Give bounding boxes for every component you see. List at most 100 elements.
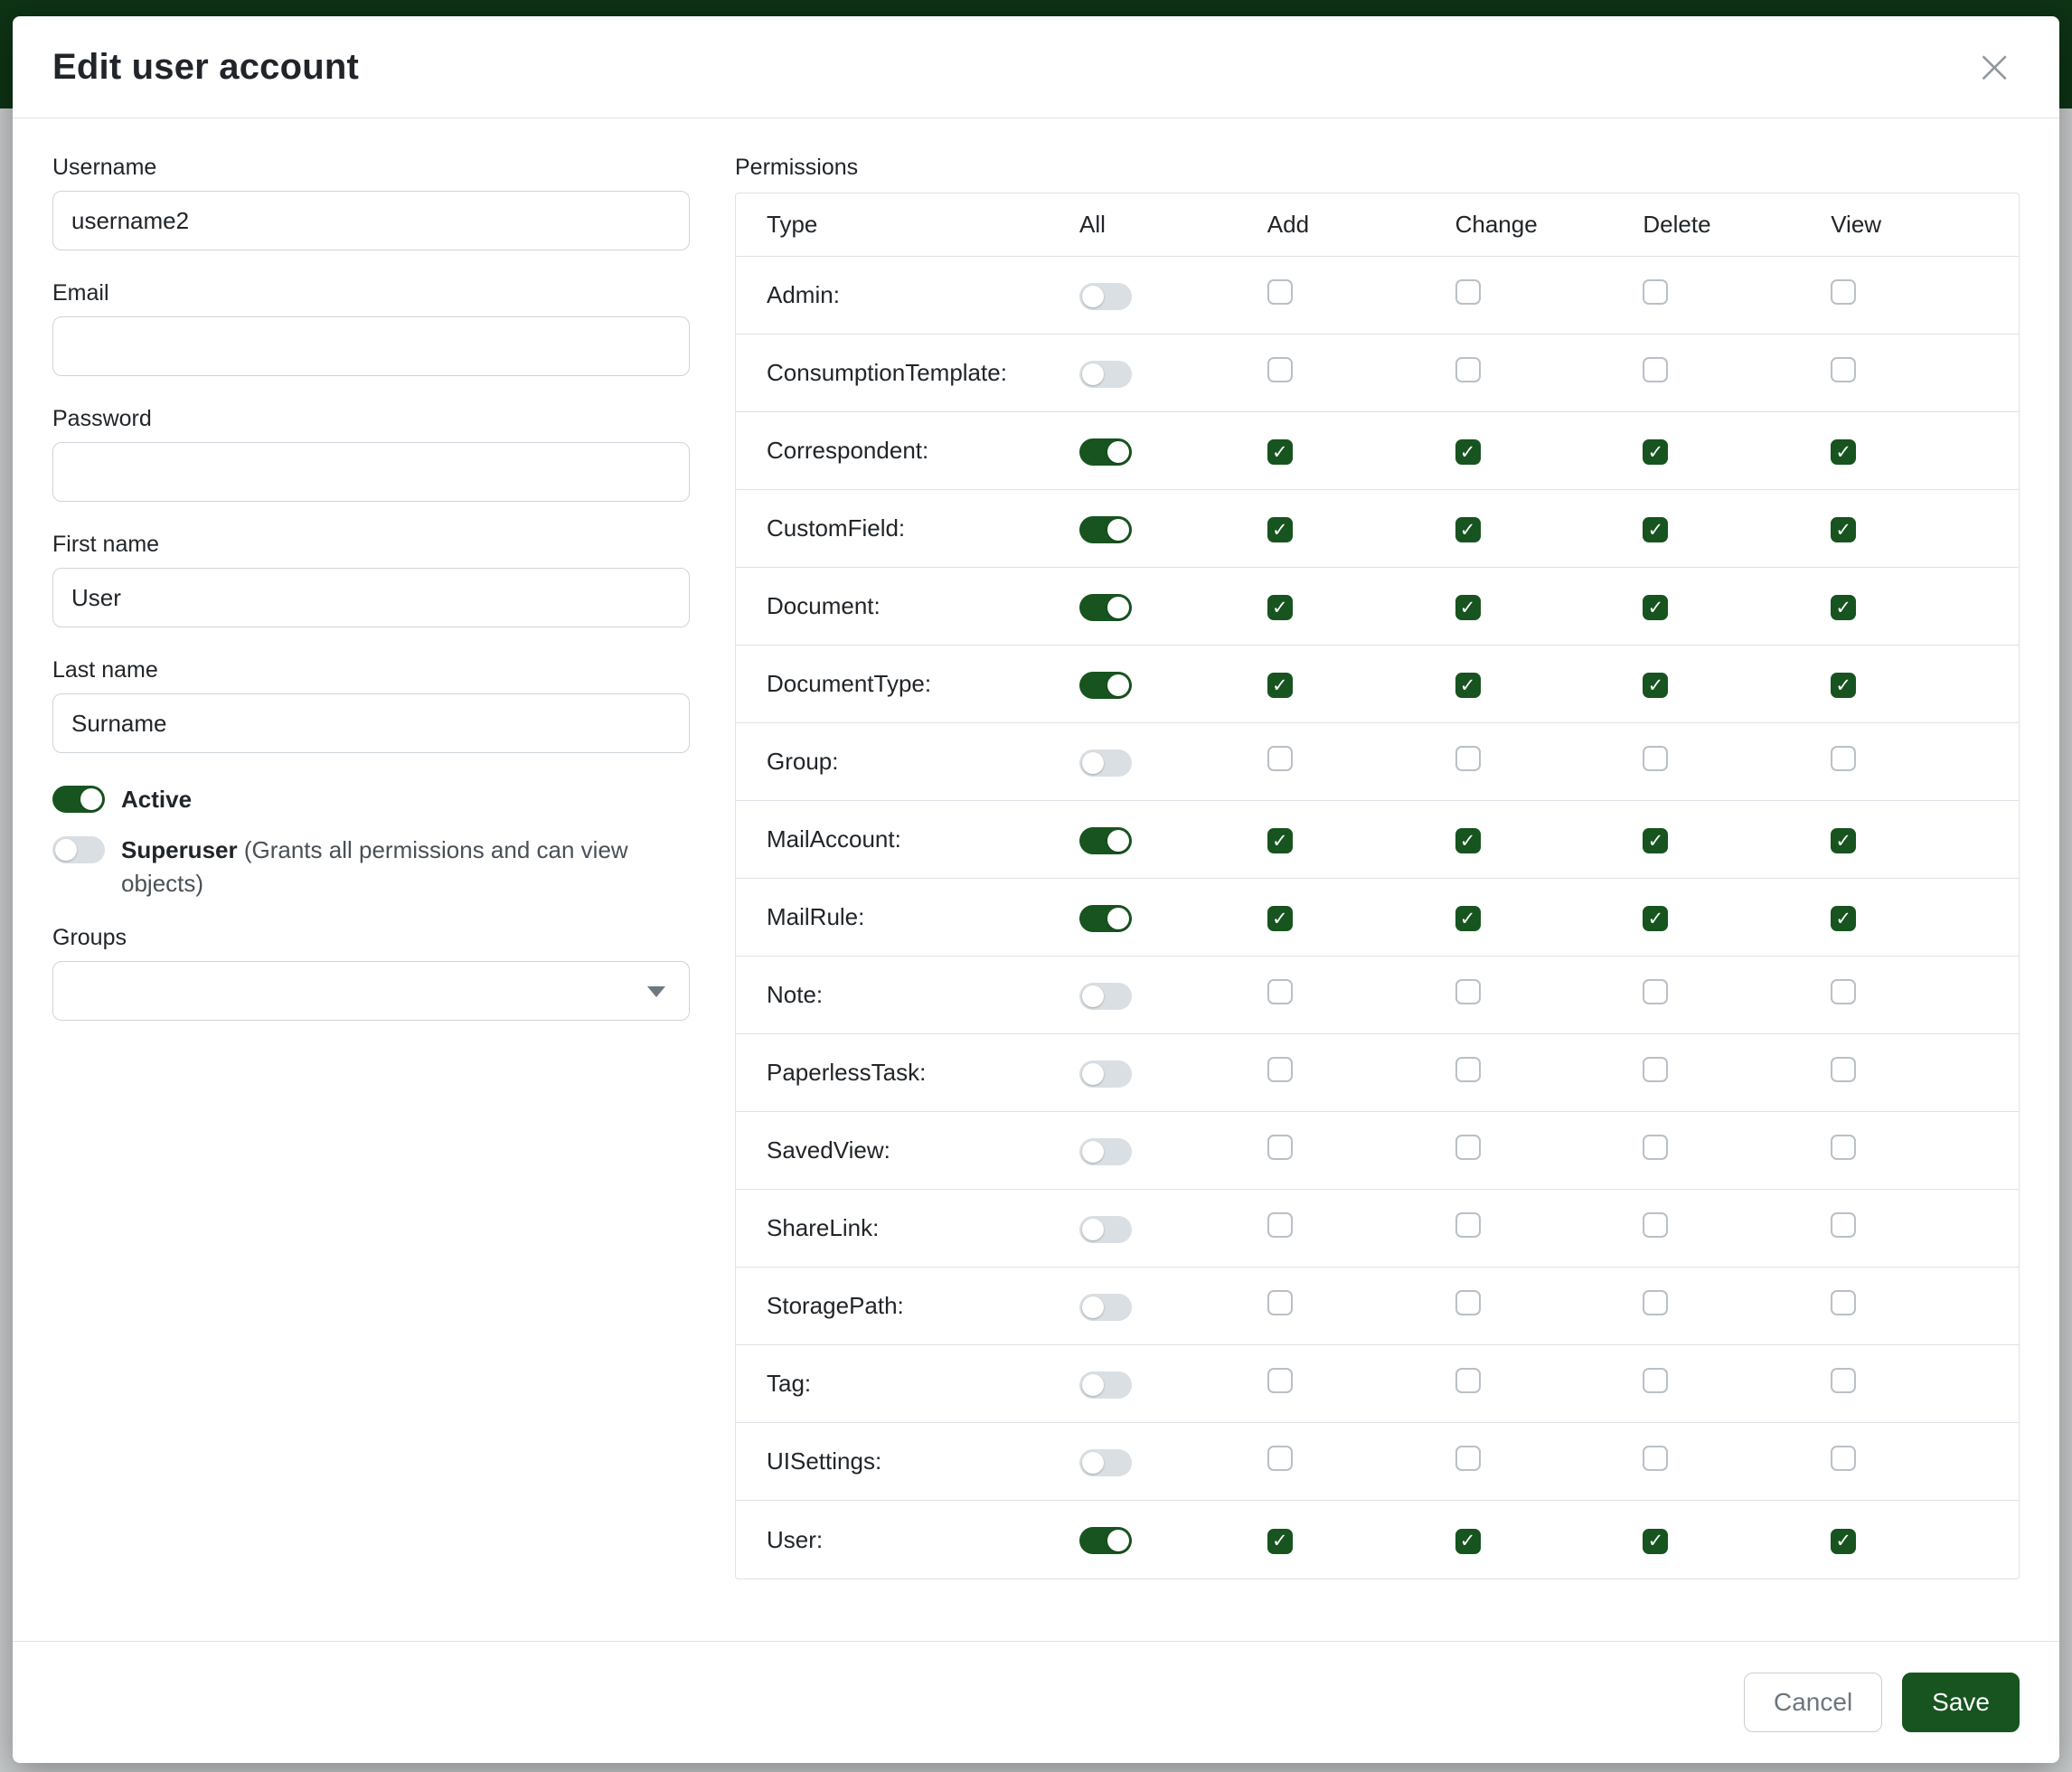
permission-change-checkbox[interactable] (1455, 517, 1481, 542)
permission-all-toggle[interactable] (1079, 983, 1132, 1010)
permission-change-checkbox[interactable] (1455, 746, 1481, 771)
permission-add-checkbox[interactable] (1267, 357, 1293, 382)
permission-change-checkbox[interactable] (1455, 828, 1481, 853)
permission-delete-checkbox[interactable] (1643, 746, 1668, 771)
permission-add-checkbox[interactable] (1267, 673, 1293, 698)
permission-all-toggle[interactable] (1079, 283, 1132, 310)
permission-all-toggle[interactable] (1079, 1371, 1132, 1399)
permission-all-toggle[interactable] (1079, 1060, 1132, 1088)
permission-change-checkbox[interactable] (1455, 1135, 1481, 1160)
superuser-toggle[interactable] (52, 836, 105, 863)
permission-all-toggle[interactable] (1079, 1527, 1132, 1554)
permission-row: Note: (736, 957, 2019, 1034)
permission-all-toggle[interactable] (1079, 594, 1132, 621)
permission-all-toggle[interactable] (1079, 1294, 1132, 1321)
permission-delete-checkbox[interactable] (1643, 279, 1668, 305)
permission-view-checkbox[interactable] (1831, 979, 1856, 1004)
permission-all-toggle[interactable] (1079, 905, 1132, 932)
password-field[interactable] (52, 442, 690, 502)
permission-view-checkbox[interactable] (1831, 1212, 1856, 1238)
permission-all-toggle[interactable] (1079, 1138, 1132, 1165)
permission-view-checkbox[interactable] (1831, 828, 1856, 853)
permission-view-checkbox[interactable] (1831, 357, 1856, 382)
permission-all-toggle[interactable] (1079, 1449, 1132, 1476)
permission-add-checkbox[interactable] (1267, 906, 1293, 931)
permission-add-checkbox[interactable] (1267, 279, 1293, 305)
permission-delete-checkbox[interactable] (1643, 1446, 1668, 1471)
permission-delete-checkbox[interactable] (1643, 906, 1668, 931)
permission-add-checkbox[interactable] (1267, 1446, 1293, 1471)
permission-delete-checkbox[interactable] (1643, 1529, 1668, 1554)
permission-view-checkbox[interactable] (1831, 673, 1856, 698)
permission-add-checkbox[interactable] (1267, 595, 1293, 620)
close-icon[interactable]: × (1969, 43, 2020, 90)
permission-view-checkbox[interactable] (1831, 1368, 1856, 1393)
username-label: Username (52, 155, 690, 181)
permission-all-toggle[interactable] (1079, 1216, 1132, 1243)
permission-delete-checkbox[interactable] (1643, 1135, 1668, 1160)
permission-all-toggle[interactable] (1079, 438, 1132, 466)
permission-change-checkbox[interactable] (1455, 1290, 1481, 1315)
email-field[interactable] (52, 316, 690, 376)
last-name-field[interactable] (52, 693, 690, 753)
permission-add-checkbox[interactable] (1267, 746, 1293, 771)
permission-delete-checkbox[interactable] (1643, 673, 1668, 698)
permission-add-checkbox[interactable] (1267, 828, 1293, 853)
permission-delete-checkbox[interactable] (1643, 439, 1668, 465)
groups-field-group: Groups (52, 925, 690, 1021)
permission-add-checkbox[interactable] (1267, 1368, 1293, 1393)
permission-view-checkbox[interactable] (1831, 1290, 1856, 1315)
permission-view-checkbox[interactable] (1831, 1135, 1856, 1160)
permission-all-toggle[interactable] (1079, 749, 1132, 777)
permission-change-checkbox[interactable] (1455, 1529, 1481, 1554)
permission-add-checkbox[interactable] (1267, 439, 1293, 465)
permission-delete-checkbox[interactable] (1643, 979, 1668, 1004)
permission-add-checkbox[interactable] (1267, 517, 1293, 542)
permission-add-checkbox[interactable] (1267, 1057, 1293, 1082)
permission-view-checkbox[interactable] (1831, 517, 1856, 542)
permission-view-checkbox[interactable] (1831, 746, 1856, 771)
permission-all-toggle[interactable] (1079, 361, 1132, 388)
permission-delete-checkbox[interactable] (1643, 1368, 1668, 1393)
permission-change-checkbox[interactable] (1455, 357, 1481, 382)
permission-add-checkbox[interactable] (1267, 1135, 1293, 1160)
permission-change-checkbox[interactable] (1455, 439, 1481, 465)
permission-change-checkbox[interactable] (1455, 673, 1481, 698)
permission-change-checkbox[interactable] (1455, 979, 1481, 1004)
permission-add-checkbox[interactable] (1267, 1529, 1293, 1554)
first-name-field[interactable] (52, 568, 690, 627)
active-toggle[interactable] (52, 786, 105, 813)
permission-delete-checkbox[interactable] (1643, 1290, 1668, 1315)
username-input[interactable] (52, 191, 690, 250)
permission-add-checkbox[interactable] (1267, 1290, 1293, 1315)
permission-delete-checkbox[interactable] (1643, 828, 1668, 853)
permission-row: Document: (736, 568, 2019, 646)
permission-view-checkbox[interactable] (1831, 1057, 1856, 1082)
permission-change-checkbox[interactable] (1455, 595, 1481, 620)
permission-view-checkbox[interactable] (1831, 906, 1856, 931)
permission-change-checkbox[interactable] (1455, 1368, 1481, 1393)
permission-delete-checkbox[interactable] (1643, 517, 1668, 542)
permission-add-checkbox[interactable] (1267, 1212, 1293, 1238)
permission-view-checkbox[interactable] (1831, 595, 1856, 620)
permission-all-toggle[interactable] (1079, 516, 1132, 543)
save-button[interactable]: Save (1902, 1673, 2020, 1732)
permission-view-checkbox[interactable] (1831, 1446, 1856, 1471)
permission-delete-checkbox[interactable] (1643, 595, 1668, 620)
permission-view-checkbox[interactable] (1831, 439, 1856, 465)
permission-change-checkbox[interactable] (1455, 1446, 1481, 1471)
permission-change-checkbox[interactable] (1455, 279, 1481, 305)
permission-all-toggle[interactable] (1079, 672, 1132, 699)
permission-add-checkbox[interactable] (1267, 979, 1293, 1004)
permission-delete-checkbox[interactable] (1643, 1212, 1668, 1238)
permission-all-toggle[interactable] (1079, 827, 1132, 854)
permission-change-checkbox[interactable] (1455, 906, 1481, 931)
permission-delete-checkbox[interactable] (1643, 1057, 1668, 1082)
groups-select[interactable] (52, 961, 690, 1021)
permission-view-checkbox[interactable] (1831, 279, 1856, 305)
permission-view-checkbox[interactable] (1831, 1529, 1856, 1554)
cancel-button[interactable]: Cancel (1744, 1673, 1882, 1732)
permission-change-checkbox[interactable] (1455, 1212, 1481, 1238)
permission-delete-checkbox[interactable] (1643, 357, 1668, 382)
permission-change-checkbox[interactable] (1455, 1057, 1481, 1082)
